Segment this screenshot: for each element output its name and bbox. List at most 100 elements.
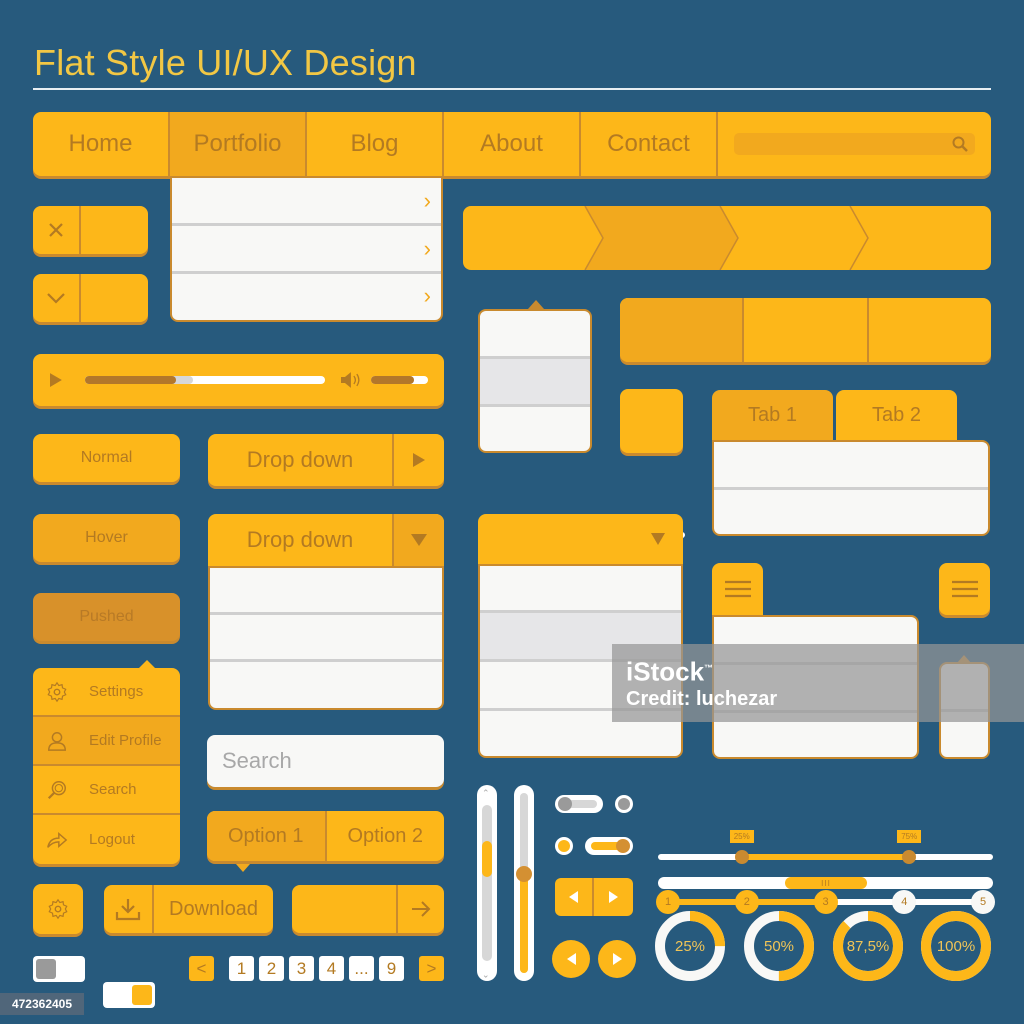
breadcrumb-steps — [463, 206, 991, 270]
segment-bar — [620, 298, 991, 362]
dropdown-option[interactable] — [210, 568, 442, 615]
toggle-on[interactable] — [103, 982, 155, 1008]
nav-item-portfolio[interactable]: Portfolio — [170, 112, 307, 176]
segment-bar-item-active[interactable] — [620, 298, 745, 362]
select-option[interactable] — [480, 566, 681, 613]
page-4[interactable]: 4 — [319, 956, 344, 981]
next-button-body[interactable] — [292, 885, 396, 933]
pushed-button[interactable]: Pushed — [33, 593, 180, 641]
square-button[interactable] — [620, 389, 683, 453]
chevron-right-icon: › — [423, 283, 431, 308]
prev-circle-button[interactable] — [552, 940, 590, 978]
hamburger-tab[interactable] — [712, 563, 763, 623]
page-9[interactable]: 9 — [379, 956, 404, 981]
chevron-right-icon: › — [423, 187, 431, 213]
next-arrow-button[interactable] — [292, 885, 444, 933]
nav-item-about[interactable]: About — [444, 112, 581, 176]
submenu-item[interactable]: › — [172, 226, 441, 274]
nav-item-blog[interactable]: Blog — [307, 112, 444, 176]
prev-button[interactable] — [555, 878, 594, 916]
dropdown-open-header[interactable]: Drop down — [208, 514, 444, 568]
volume-slider[interactable] — [370, 376, 428, 384]
volume-icon[interactable] — [340, 371, 363, 389]
segment-option-2[interactable]: Option 2 — [327, 811, 445, 861]
nav-item-home[interactable]: Home — [33, 112, 170, 176]
menu-item-edit-profile[interactable]: Edit Profile — [33, 717, 180, 766]
chevron-right-icon: › — [423, 235, 431, 261]
hamburger-button[interactable] — [939, 563, 990, 615]
scroll-down-icon[interactable]: ⌃ — [482, 968, 490, 979]
popup-option[interactable] — [480, 311, 590, 359]
segment-bar-item[interactable] — [744, 298, 869, 362]
arrow-cell[interactable] — [396, 885, 444, 933]
range-knob-low[interactable] — [734, 850, 749, 864]
search-input[interactable] — [207, 735, 444, 787]
nav-item-contact[interactable]: Contact — [581, 112, 718, 176]
toggle-off[interactable] — [33, 956, 85, 982]
range-slider[interactable]: 25% 75% — [658, 830, 993, 864]
vslider-track — [516, 793, 532, 973]
popup-option-selected[interactable] — [480, 359, 590, 407]
nav-search-input[interactable] — [734, 133, 975, 155]
volume-fill — [370, 376, 414, 384]
dropdown-toggle[interactable] — [394, 514, 444, 566]
scroll-track[interactable] — [482, 805, 492, 961]
segment-option-1[interactable]: Option 1 — [207, 811, 327, 861]
tab-1[interactable]: Tab 1 — [712, 390, 833, 440]
segment-bar-item[interactable] — [869, 298, 991, 362]
next-circle-button[interactable] — [598, 940, 636, 978]
select-header[interactable] — [478, 514, 683, 566]
menu-item-logout[interactable]: Logout — [33, 815, 180, 864]
pagination-prev[interactable]: < — [189, 956, 214, 981]
tab-2[interactable]: Tab 2 — [836, 390, 957, 440]
page-1[interactable]: 1 — [229, 956, 254, 981]
settings-button[interactable] — [33, 884, 83, 934]
radio-on[interactable] — [555, 837, 573, 855]
page-2[interactable]: 2 — [259, 956, 284, 981]
mini-switch-off[interactable] — [555, 795, 603, 813]
dropdown-closed[interactable]: Drop down — [208, 434, 444, 486]
expand-button[interactable] — [33, 274, 81, 322]
pagination-next[interactable]: > — [419, 956, 444, 981]
play-icon[interactable] — [49, 373, 63, 387]
menu-item-search[interactable]: Search — [33, 766, 180, 815]
radio-off[interactable] — [615, 795, 633, 813]
portfolio-submenu: › › › — [170, 176, 443, 322]
menu-item-label: Logout — [89, 831, 135, 848]
dropdown-option[interactable] — [210, 615, 442, 662]
dropdown-label: Drop down — [208, 434, 394, 486]
vslider-knob[interactable] — [516, 866, 532, 882]
page-3[interactable]: 3 — [289, 956, 314, 981]
toggle-knob — [36, 959, 56, 979]
search-icon[interactable] — [951, 135, 969, 153]
close-button[interactable] — [33, 206, 81, 254]
scroll-up-icon[interactable]: ⌃ — [482, 788, 490, 799]
close-split-area[interactable] — [81, 206, 148, 254]
normal-button[interactable]: Normal — [33, 434, 180, 482]
dropdown-label: Drop down — [208, 514, 394, 566]
range-knob-high[interactable] — [902, 850, 917, 864]
expand-split-button[interactable] — [33, 274, 148, 322]
dropdown-option[interactable] — [210, 662, 442, 706]
range-tooltip-low: 25% — [729, 830, 754, 843]
menu-item-label: Settings — [89, 683, 144, 700]
menu-item-settings[interactable]: Settings — [33, 668, 180, 717]
download-button[interactable]: Download — [104, 885, 273, 933]
vertical-scrollbar[interactable]: ⌃ ⌃ — [477, 785, 497, 981]
hover-button[interactable]: Hover — [33, 514, 180, 562]
gear-icon — [45, 680, 69, 704]
submenu-item[interactable]: › — [172, 178, 441, 226]
submenu-item[interactable]: › — [172, 274, 441, 318]
scroll-grip[interactable]: III — [785, 877, 867, 889]
dropdown-toggle[interactable] — [394, 434, 444, 486]
arrow-right-icon — [412, 901, 431, 917]
vertical-slider[interactable] — [514, 785, 534, 981]
scroll-thumb[interactable] — [482, 841, 492, 877]
mini-switch-on[interactable] — [585, 837, 633, 855]
popup-option[interactable] — [480, 407, 590, 451]
close-split-button[interactable] — [33, 206, 148, 254]
seek-bar[interactable] — [84, 376, 325, 384]
expand-split-area[interactable] — [81, 274, 148, 322]
next-button[interactable] — [594, 878, 633, 916]
horizontal-scrollbar[interactable]: III — [658, 877, 993, 889]
